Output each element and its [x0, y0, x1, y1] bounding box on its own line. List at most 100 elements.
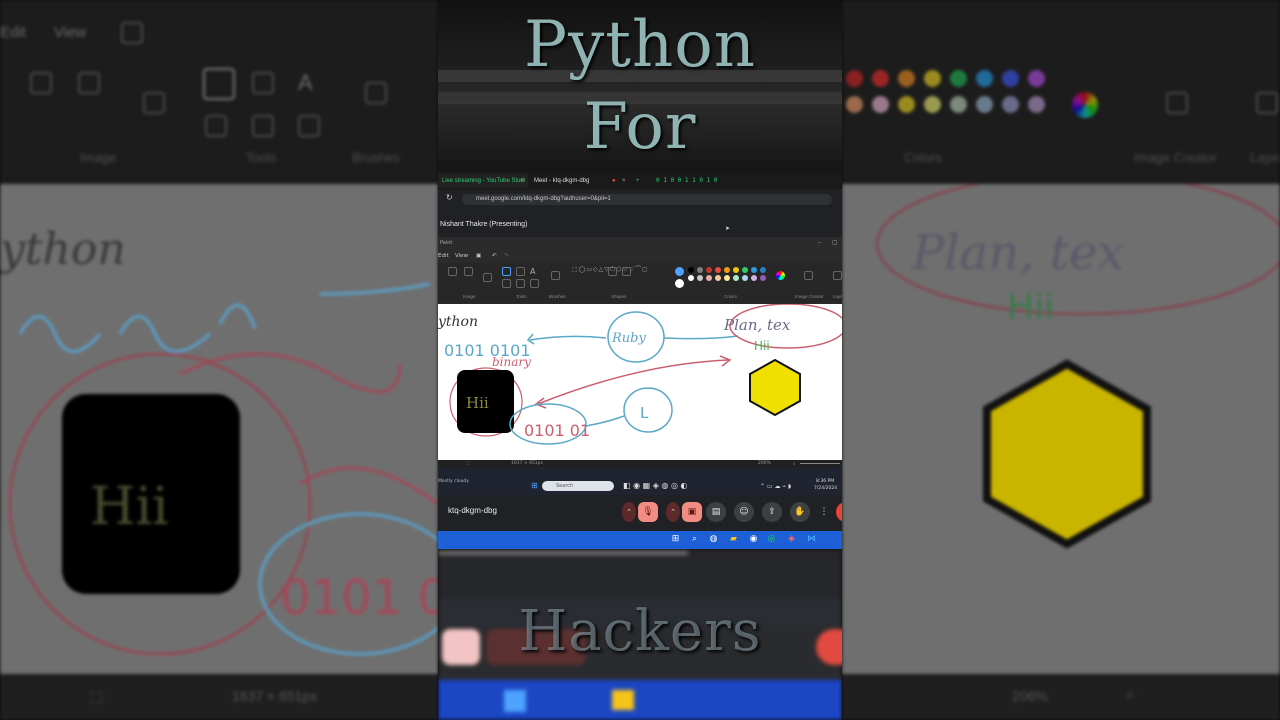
secondary-color[interactable] — [675, 279, 684, 288]
magnifier-icon[interactable] — [530, 279, 539, 288]
undo-icon[interactable]: ↶ — [492, 253, 497, 259]
brush-icon[interactable] — [551, 271, 560, 280]
chrome-icon[interactable]: ◉ — [748, 534, 759, 545]
group-label-tools: Tools — [516, 294, 527, 299]
swatch[interactable] — [715, 275, 721, 281]
crop-icon[interactable] — [464, 267, 473, 276]
bg-swatch — [1028, 96, 1045, 113]
group-label-shapes: Shapes — [611, 294, 627, 299]
outline-icon[interactable] — [608, 267, 617, 276]
save-icon[interactable]: ▣ — [476, 253, 481, 259]
bg-plan-text: Plan, tex — [911, 225, 1124, 281]
primary-color[interactable] — [675, 267, 684, 276]
fill-icon[interactable] — [516, 267, 525, 276]
zoom-slider[interactable] — [800, 463, 840, 464]
swatch[interactable] — [697, 275, 703, 281]
swatch[interactable] — [742, 267, 748, 273]
swatch[interactable] — [688, 275, 694, 281]
layers-icon[interactable] — [833, 271, 842, 280]
camera-off-button[interactable]: ▣ — [682, 502, 702, 522]
taskbar-search[interactable]: Search — [542, 481, 614, 491]
bg-group-tools: Tools — [246, 150, 277, 165]
mic-off-button[interactable]: 🎙 — [638, 502, 658, 522]
bg-crop-icon — [78, 72, 100, 94]
image-creator-icon[interactable] — [804, 271, 813, 280]
mic-options-icon[interactable]: ⌃ — [622, 502, 636, 522]
swatch[interactable] — [724, 267, 730, 273]
camera-options-icon[interactable]: ⌃ — [666, 502, 680, 522]
app-icon[interactable]: ◈ — [786, 534, 797, 545]
swatch[interactable] — [706, 275, 712, 281]
reload-icon[interactable]: ↻ — [446, 193, 453, 202]
windows-start-icon[interactable]: ⊞ — [670, 534, 681, 545]
vscode-icon[interactable]: ⋈ — [806, 534, 817, 545]
menu-edit[interactable]: Edit — [438, 253, 449, 259]
bg-binary-word — [179, 352, 402, 394]
tab-youtube-studio[interactable]: Live streaming - YouTube Studi — [438, 174, 528, 188]
swatch[interactable] — [760, 275, 766, 281]
maximize-icon[interactable]: ▢ — [832, 239, 838, 246]
swatch[interactable] — [751, 275, 757, 281]
ruby-to-plan-line — [663, 335, 739, 340]
swatch[interactable] — [742, 275, 748, 281]
tab-meet[interactable]: Meet - ktq-dkgm-dbg — [530, 174, 608, 188]
swatch[interactable] — [733, 275, 739, 281]
blur-folder-icon — [612, 690, 634, 710]
captions-button[interactable]: ▤ — [706, 502, 726, 522]
hii-note-text: Hii — [754, 339, 770, 353]
bg-swatch — [898, 70, 915, 87]
swatch[interactable] — [724, 275, 730, 281]
bg-group-colors: Colors — [904, 150, 942, 165]
bg-fill-icon — [252, 72, 274, 94]
taskbar-app-icons[interactable]: ◧ ◉ ▦ ◈ ◍ ◎ ◐ — [623, 481, 687, 490]
start-icon[interactable]: ⊞ — [531, 481, 538, 490]
color-wheel-icon[interactable] — [776, 271, 785, 280]
leave-call-button[interactable] — [836, 502, 842, 522]
shape-fill-icon[interactable] — [622, 267, 631, 276]
emoji-button[interactable]: ☺ — [734, 502, 754, 522]
red-arrow-line — [537, 359, 729, 405]
minimize-icon[interactable]: – — [818, 239, 821, 246]
close-icon[interactable]: × — [516, 174, 528, 188]
bg-swatch — [1028, 70, 1045, 87]
group-label-brushes: Brushes — [549, 294, 566, 299]
swatch[interactable] — [715, 267, 721, 273]
canvas-drawing: ython 0101 0101 binary Ruby Plan, tex Hi… — [438, 304, 842, 445]
bg-canvas-right: Plan, tex Hii — [842, 173, 1280, 674]
bg-save-icon — [121, 22, 143, 44]
paint-canvas[interactable]: ython 0101 0101 binary Ruby Plan, tex Hi… — [438, 304, 842, 460]
bg-status-bar-right: 206% ⌕ — [842, 674, 1280, 720]
color-picker-icon[interactable] — [516, 279, 525, 288]
edge-icon[interactable]: ◍ — [708, 534, 719, 545]
swatch[interactable] — [733, 267, 739, 273]
pencil-icon[interactable] — [502, 267, 511, 276]
swatch[interactable] — [751, 267, 757, 273]
more-options-icon[interactable]: ⋮ — [814, 502, 834, 522]
search-icon[interactable]: ⌕ — [689, 534, 700, 545]
bg-group-image: Image — [80, 150, 117, 165]
tray-icons[interactable]: ⌃ ▭ ☁ ⌁ ◗ — [760, 483, 791, 490]
redo-icon[interactable]: ↷ — [504, 253, 509, 259]
text-icon[interactable]: A — [530, 267, 539, 276]
present-button[interactable]: ⇪ — [762, 502, 782, 522]
file-explorer-icon[interactable]: ▰ — [728, 534, 739, 545]
raise-hand-button[interactable]: ✋ — [790, 502, 810, 522]
paint-ribbon: A ⬚◯▭◇△▽⬠⬡☆♡⌒◻ Image Tools Brushes Shape… — [438, 263, 842, 303]
swatch[interactable] — [706, 267, 712, 273]
bg-swatch — [950, 70, 967, 87]
image-icon[interactable] — [483, 273, 492, 282]
menu-view[interactable]: View — [455, 253, 468, 259]
bg-swatch — [872, 70, 889, 87]
close-icon[interactable]: × — [618, 174, 630, 188]
swatch[interactable] — [697, 267, 703, 273]
blur-progress-fill — [438, 551, 688, 555]
whatsapp-icon[interactable]: ◎ — [766, 534, 777, 545]
swatch[interactable] — [760, 267, 766, 273]
bg-swatch — [898, 96, 915, 113]
swatch[interactable] — [688, 267, 694, 273]
new-tab-icon[interactable]: + — [632, 174, 644, 188]
eraser-icon[interactable] — [502, 279, 511, 288]
zoom-value[interactable]: 206% — [758, 461, 771, 466]
url-field[interactable]: meet.google.com/ktq-dkgm-dbg?authuser=0&… — [462, 194, 832, 205]
select-icon[interactable] — [448, 267, 457, 276]
